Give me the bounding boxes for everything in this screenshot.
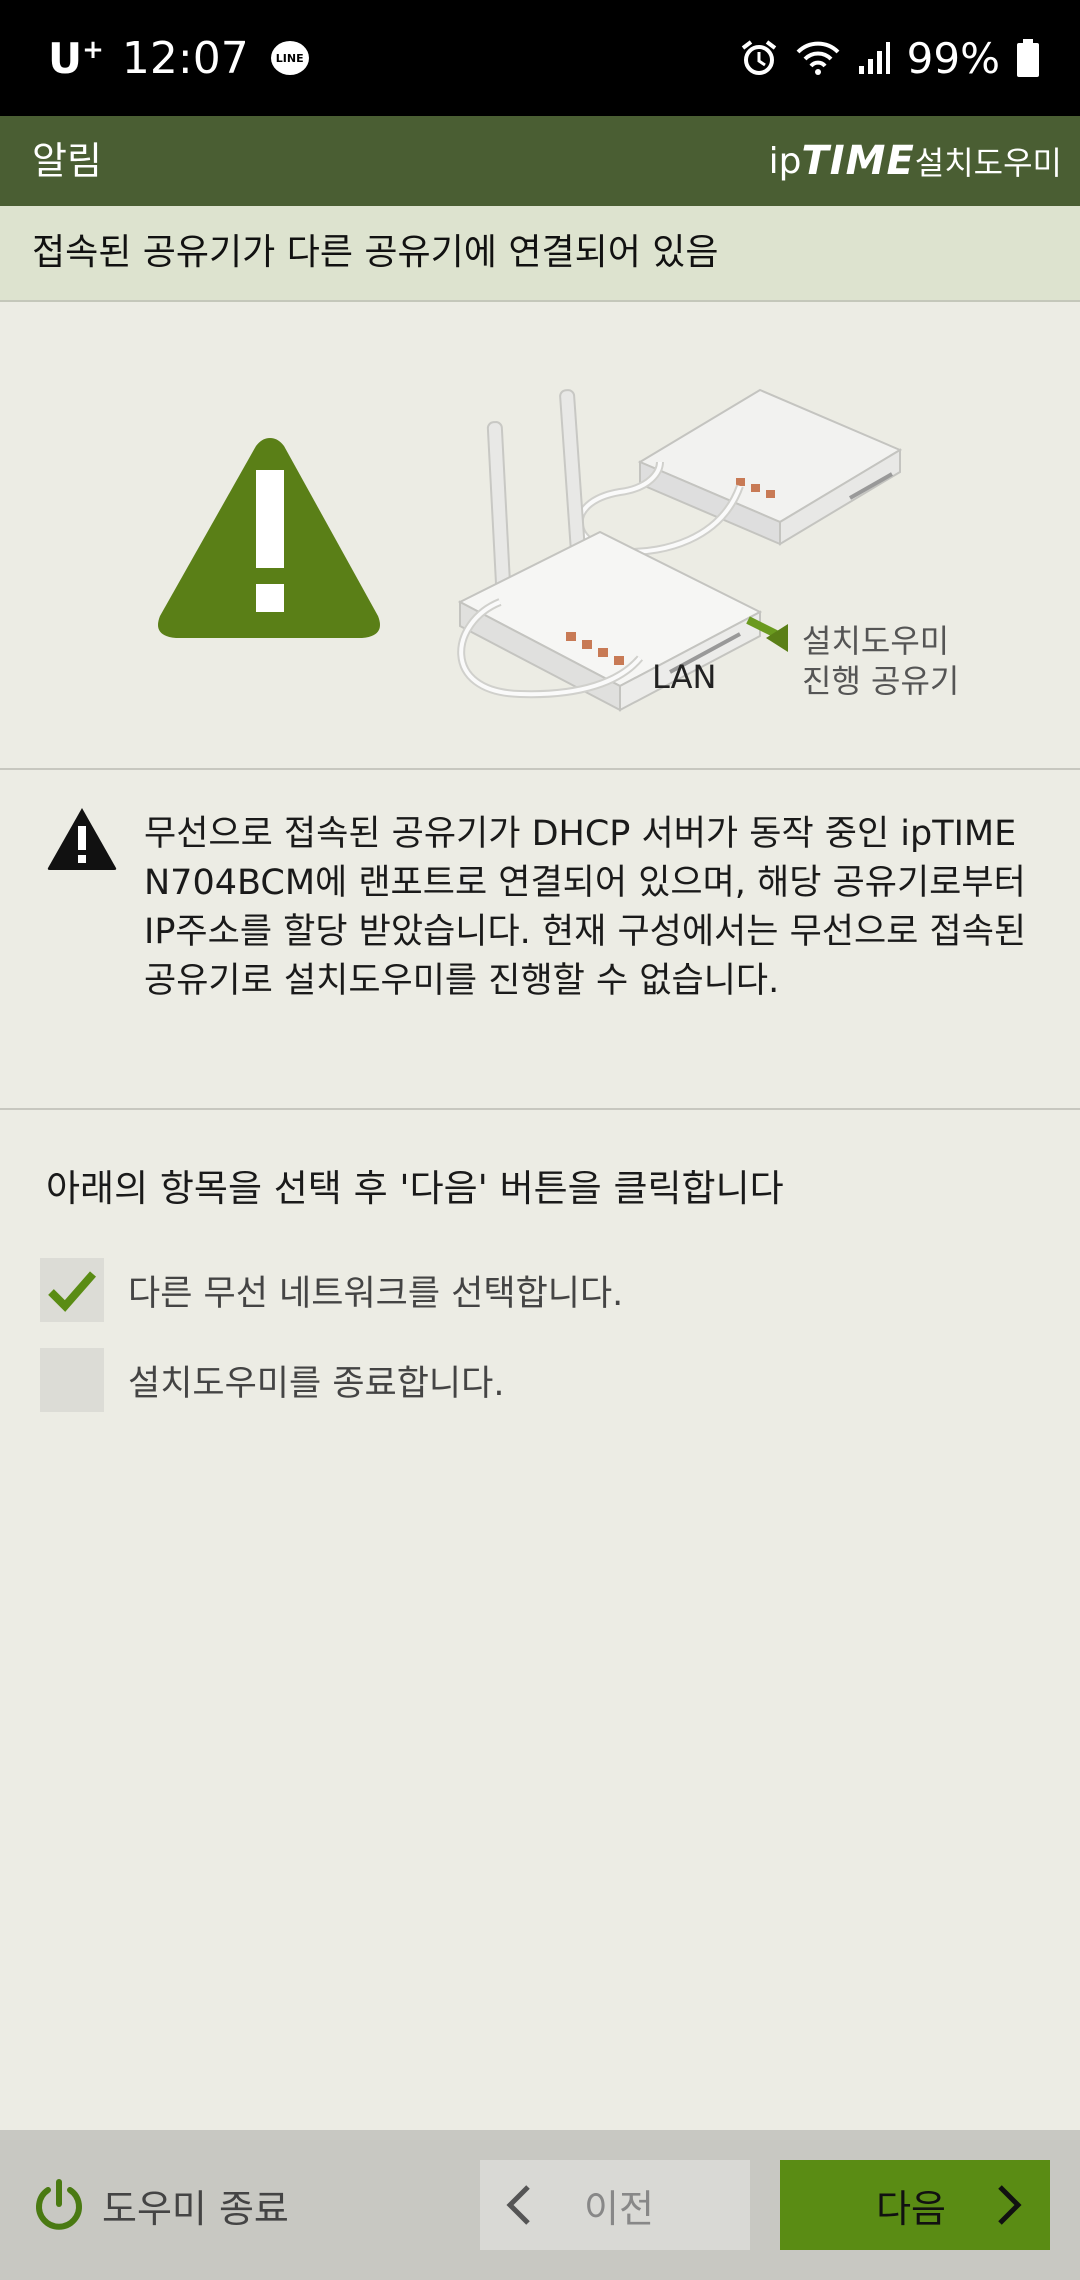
chevron-left-icon <box>506 2185 530 2225</box>
exit-label: 도우미 종료 <box>102 2186 289 2231</box>
chevron-right-icon <box>998 2185 1022 2225</box>
warning-icon <box>158 438 380 638</box>
option-select-other-network[interactable]: 다른 무선 네트워크를 선택합니다. <box>40 1258 623 1322</box>
exit-wizard-button[interactable]: 도우미 종료 <box>32 2130 289 2280</box>
router-label-line1: 설치도우미 <box>802 622 949 660</box>
next-button[interactable]: 다음 <box>780 2160 1050 2250</box>
line-app-icon: LINE <box>270 41 309 75</box>
carrier-label: U+ <box>48 33 104 83</box>
previous-label: 이전 <box>584 2186 654 2231</box>
next-label: 다음 <box>876 2186 946 2231</box>
app-header: 알림 ip TIME 설치도우미 <box>0 116 1080 206</box>
page-title: 알림 <box>32 139 102 183</box>
checkmark-icon <box>48 1271 97 1312</box>
battery-percent: 99% <box>906 33 1000 83</box>
wifi-icon <box>795 38 841 78</box>
battery-icon <box>1016 38 1040 78</box>
alert-triangle-icon <box>46 806 118 876</box>
network-illustration: LAN 설치도우미 진행 공유기 <box>0 302 1080 770</box>
alarm-icon <box>739 38 779 78</box>
router-label-line2: 진행 공유기 <box>802 662 959 700</box>
status-bar: U+ 12:07 LINE 99% <box>0 0 1080 116</box>
lan-label: LAN <box>652 658 716 696</box>
previous-button[interactable]: 이전 <box>480 2160 750 2250</box>
power-icon <box>36 2179 82 2230</box>
info-message: 무선으로 접속된 공유기가 DHCP 서버가 동작 중인 ipTIME N704… <box>144 814 1027 1001</box>
option-label: 다른 무선 네트워크를 선택합니다. <box>128 1273 624 1314</box>
option-exit-wizard[interactable]: 설치도우미를 종료합니다. <box>40 1348 504 1412</box>
clock: 12:07 <box>121 32 249 84</box>
iptime-logo: ip TIME 설치도우미 <box>768 138 1062 184</box>
instruction-text: 아래의 항목을 선택 후 '다음' 버튼을 클릭합니다 <box>46 1167 784 1210</box>
alert-heading: 접속된 공유기가 다른 공유기에 연결되어 있음 <box>32 232 719 273</box>
alert-subheader: 접속된 공유기가 다른 공유기에 연결되어 있음 <box>0 206 1080 302</box>
upstream-router-image <box>637 388 903 546</box>
bottom-bar: 도우미 종료 이전 다음 <box>0 2130 1080 2280</box>
checkbox-checked[interactable] <box>40 1258 104 1322</box>
signal-icon <box>857 40 891 76</box>
option-label: 설치도우미를 종료합니다. <box>128 1363 505 1404</box>
checkbox-unchecked[interactable] <box>40 1348 104 1412</box>
